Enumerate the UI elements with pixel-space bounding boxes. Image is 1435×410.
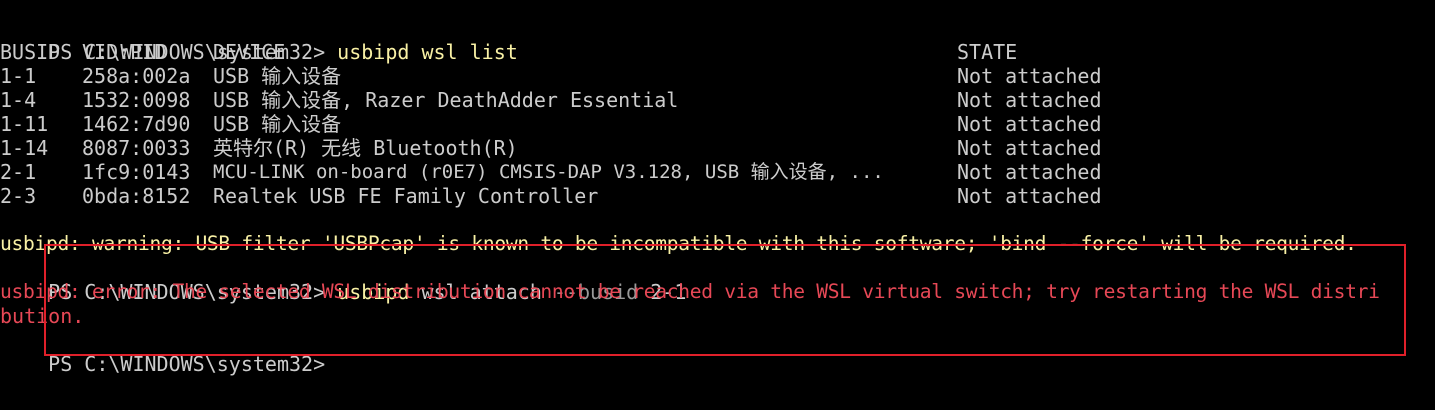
cell-busid: 1-11 (0, 112, 49, 136)
cell-state: Not attached (957, 64, 1102, 88)
cell-device: USB 输入设备, Razer DeathAdder Essential (213, 88, 679, 112)
column-header-device: DEVICE (213, 40, 286, 64)
table-row: 1-1 258a:002a USB 输入设备 Not attached (0, 64, 1435, 88)
table-row: 2-1 1fc9:0143 MCU-LINK on-board (r0E7) C… (0, 160, 1435, 184)
cell-vidpid: 8087:0033 (82, 136, 191, 160)
cell-device: USB 输入设备 (213, 112, 342, 136)
cell-vidpid: 0bda:8152 (82, 184, 191, 208)
error-message-line-1: usbipd: error: The selected WSL distribu… (0, 280, 1380, 303)
cell-busid: 1-14 (0, 136, 49, 160)
command-line-1: PS C:\WINDOWS\system32> usbipd wsl list (0, 16, 518, 64)
prompt-line-final[interactable]: PS C:\WINDOWS\system32> (0, 328, 325, 376)
cell-state: Not attached (957, 112, 1102, 136)
table-header-row: BUSID VID:PID DEVICE STATE (0, 40, 1435, 64)
table-row: 1-11 1462:7d90 USB 输入设备 Not attached (0, 112, 1435, 136)
table-row: 1-4 1532:0098 USB 输入设备, Razer DeathAdder… (0, 88, 1435, 112)
cell-vidpid: 1532:0098 (82, 88, 191, 112)
table-row: 2-3 0bda:8152 Realtek USB FE Family Cont… (0, 184, 1435, 208)
command-line-2: PS C:\WINDOWS\system32> usbipd wsl attac… (0, 256, 686, 304)
cell-state: Not attached (957, 184, 1102, 208)
terminal-window[interactable]: PS C:\WINDOWS\system32> usbipd wsl list … (0, 0, 1435, 410)
cell-vidpid: 1462:7d90 (82, 112, 191, 136)
cell-state: Not attached (957, 136, 1102, 160)
cell-vidpid: 1fc9:0143 (82, 160, 191, 184)
cell-busid: 1-4 (0, 88, 37, 112)
column-header-busid: BUSID (0, 40, 61, 64)
cell-device: Realtek USB FE Family Controller (213, 184, 599, 208)
cell-device: MCU-LINK on-board (r0E7) CMSIS-DAP V3.12… (213, 161, 884, 183)
cell-device: USB 输入设备 (213, 64, 342, 88)
column-header-state: STATE (957, 40, 1018, 64)
error-message-line-2: bution. (0, 304, 85, 328)
cell-device: 英特尔(R) 无线 Bluetooth(R) (213, 136, 518, 160)
cell-vidpid: 258a:002a (82, 64, 191, 88)
cell-state: Not attached (957, 88, 1102, 112)
prompt: PS C:\WINDOWS\system32> (48, 352, 326, 376)
cell-busid: 1-1 (0, 64, 37, 88)
cell-state: Not attached (957, 160, 1102, 184)
table-row: 1-14 8087:0033 英特尔(R) 无线 Bluetooth(R) No… (0, 136, 1435, 160)
warning-message: usbipd: warning: USB filter 'USBPcap' is… (0, 232, 1357, 255)
cell-busid: 2-1 (0, 160, 37, 184)
column-header-vidpid: VID:PID (82, 40, 167, 64)
cell-busid: 2-3 (0, 184, 37, 208)
